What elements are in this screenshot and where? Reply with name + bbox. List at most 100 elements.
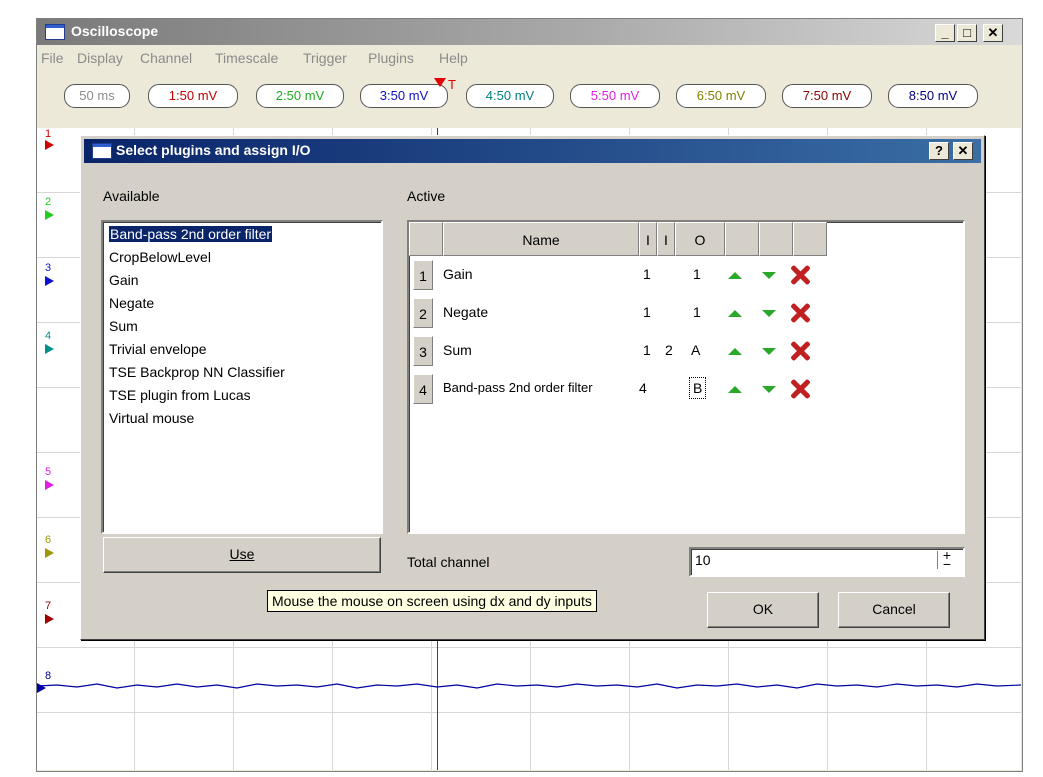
channel-1-arrow-icon[interactable] — [45, 140, 54, 150]
maximize-button[interactable]: □ — [957, 24, 977, 42]
available-label: Available — [103, 188, 160, 204]
row-name[interactable]: Negate — [443, 304, 488, 320]
menu-timescale[interactable]: Timescale — [215, 50, 278, 66]
use-button-label: Use — [229, 546, 255, 562]
list-item[interactable]: Trivial envelope — [109, 341, 207, 357]
dialog-close-button[interactable]: ✕ — [953, 142, 973, 160]
channel-3-scale-pill[interactable]: 3:50 mV — [360, 84, 448, 108]
column-header-name[interactable]: Name — [443, 222, 639, 256]
minimize-button[interactable]: _ — [935, 24, 955, 42]
total-channel-value[interactable]: 10 — [695, 552, 711, 568]
channel-6-scale-pill[interactable]: 6:50 mV — [676, 84, 766, 108]
cancel-button[interactable]: Cancel — [838, 592, 950, 628]
ok-button[interactable]: OK — [707, 592, 819, 628]
delete-icon[interactable] — [789, 302, 811, 324]
channel-4-arrow-icon[interactable] — [45, 344, 54, 354]
row-input1[interactable]: 1 — [643, 266, 651, 282]
dialog-title: Select plugins and assign I/O — [116, 142, 311, 158]
timescale-pill[interactable]: 50 ms — [64, 84, 130, 108]
channel-5-marker[interactable]: 5 — [45, 466, 51, 478]
window-title: Oscilloscope — [71, 23, 159, 39]
menu-trigger[interactable]: Trigger — [303, 50, 347, 66]
row-name[interactable]: Band-pass 2nd order filter — [443, 380, 593, 395]
channel-8-scale-pill[interactable]: 8:50 mV — [888, 84, 978, 108]
channel-5-scale-pill[interactable]: 5:50 mV — [570, 84, 660, 108]
list-item[interactable]: Virtual mouse — [109, 410, 194, 426]
active-plugins-grid[interactable]: Name I I O 1 Gain 1 1 2 Negate 1 1 3 Sum… — [407, 220, 965, 534]
list-item[interactable]: TSE plugin from Lucas — [109, 387, 251, 403]
channel-3-marker[interactable]: 3 — [45, 262, 51, 274]
title-bar[interactable]: Oscilloscope _ □ ✕ — [37, 19, 1022, 45]
row-name[interactable]: Gain — [443, 266, 473, 282]
help-button[interactable]: ? — [929, 142, 949, 160]
move-down-icon[interactable] — [762, 348, 776, 355]
delete-icon[interactable] — [789, 340, 811, 362]
row-number[interactable]: 4 — [413, 374, 433, 404]
channel-6-marker[interactable]: 6 — [45, 534, 51, 546]
total-channel-spinner[interactable]: 10 + − — [689, 547, 965, 577]
column-header-input1[interactable]: I — [639, 222, 657, 256]
close-button[interactable]: ✕ — [983, 24, 1003, 42]
use-button[interactable]: Use — [103, 537, 381, 573]
channel-2-scale-pill[interactable]: 2:50 mV — [256, 84, 344, 108]
dialog-title-bar[interactable]: Select plugins and assign I/O ? ✕ — [84, 139, 981, 163]
column-header-up[interactable] — [725, 222, 759, 256]
available-plugins-list[interactable]: Band-pass 2nd order filter CropBelowLeve… — [101, 220, 383, 534]
move-up-icon[interactable] — [728, 272, 742, 279]
column-header-output[interactable]: O — [675, 222, 725, 256]
channel-5-arrow-icon[interactable] — [45, 480, 54, 490]
row-input1[interactable]: 4 — [639, 380, 647, 396]
row-number[interactable]: 1 — [413, 260, 433, 290]
move-up-icon[interactable] — [728, 348, 742, 355]
move-up-icon[interactable] — [728, 386, 742, 393]
menu-plugins[interactable]: Plugins — [368, 50, 414, 66]
menu-file[interactable]: File — [41, 50, 64, 66]
move-down-icon[interactable] — [762, 310, 776, 317]
list-item[interactable]: TSE Backprop NN Classifier — [109, 364, 285, 380]
list-item[interactable]: Negate — [109, 295, 154, 311]
channel-4-scale-pill[interactable]: 4:50 mV — [466, 84, 554, 108]
channel-8-arrow-icon[interactable] — [37, 683, 46, 693]
list-item[interactable]: Band-pass 2nd order filter — [109, 226, 273, 242]
channel-7-marker[interactable]: 7 — [45, 600, 51, 612]
channel-3-arrow-icon[interactable] — [45, 276, 54, 286]
channel-2-arrow-icon[interactable] — [45, 210, 54, 220]
row-output[interactable]: 1 — [693, 304, 701, 320]
list-item[interactable]: Gain — [109, 272, 139, 288]
menu-help[interactable]: Help — [439, 50, 468, 66]
move-down-icon[interactable] — [762, 386, 776, 393]
row-output[interactable]: 1 — [693, 266, 701, 282]
menu-bar: File Display Channel Timescale Trigger P… — [37, 47, 1022, 69]
move-up-icon[interactable] — [728, 310, 742, 317]
channel-1-marker[interactable]: 1 — [45, 128, 51, 140]
row-name[interactable]: Sum — [443, 342, 472, 358]
channel-8-marker[interactable]: 8 — [45, 670, 51, 682]
trigger-marker-icon[interactable] — [434, 78, 446, 87]
channel-1-scale-pill[interactable]: 1:50 mV — [148, 84, 238, 108]
channel-6-arrow-icon[interactable] — [45, 548, 54, 558]
channel-2-marker[interactable]: 2 — [45, 196, 51, 208]
list-item[interactable]: CropBelowLevel — [109, 249, 211, 265]
row-number[interactable]: 3 — [413, 336, 433, 366]
row-input1[interactable]: 1 — [643, 304, 651, 320]
menu-display[interactable]: Display — [77, 50, 123, 66]
move-down-icon[interactable] — [762, 272, 776, 279]
row-output[interactable]: A — [691, 342, 700, 358]
column-header-down[interactable] — [759, 222, 793, 256]
delete-icon[interactable] — [789, 378, 811, 400]
menu-channel[interactable]: Channel — [140, 50, 192, 66]
app-icon — [45, 24, 65, 40]
column-header-delete[interactable] — [793, 222, 827, 256]
channel-4-marker[interactable]: 4 — [45, 330, 51, 342]
channel-7-scale-pill[interactable]: 7:50 mV — [782, 84, 872, 108]
column-header-input2[interactable]: I — [657, 222, 675, 256]
row-input2[interactable]: 2 — [665, 342, 673, 358]
spinner-arrows-icon[interactable]: + − — [937, 548, 956, 571]
channel-7-arrow-icon[interactable] — [45, 614, 54, 624]
list-item[interactable]: Sum — [109, 318, 138, 334]
plugin-dialog: Select plugins and assign I/O ? ✕ Availa… — [80, 135, 985, 640]
row-input1[interactable]: 1 — [643, 342, 651, 358]
delete-icon[interactable] — [789, 264, 811, 286]
row-output[interactable]: B — [689, 377, 707, 399]
row-number[interactable]: 2 — [413, 298, 433, 328]
